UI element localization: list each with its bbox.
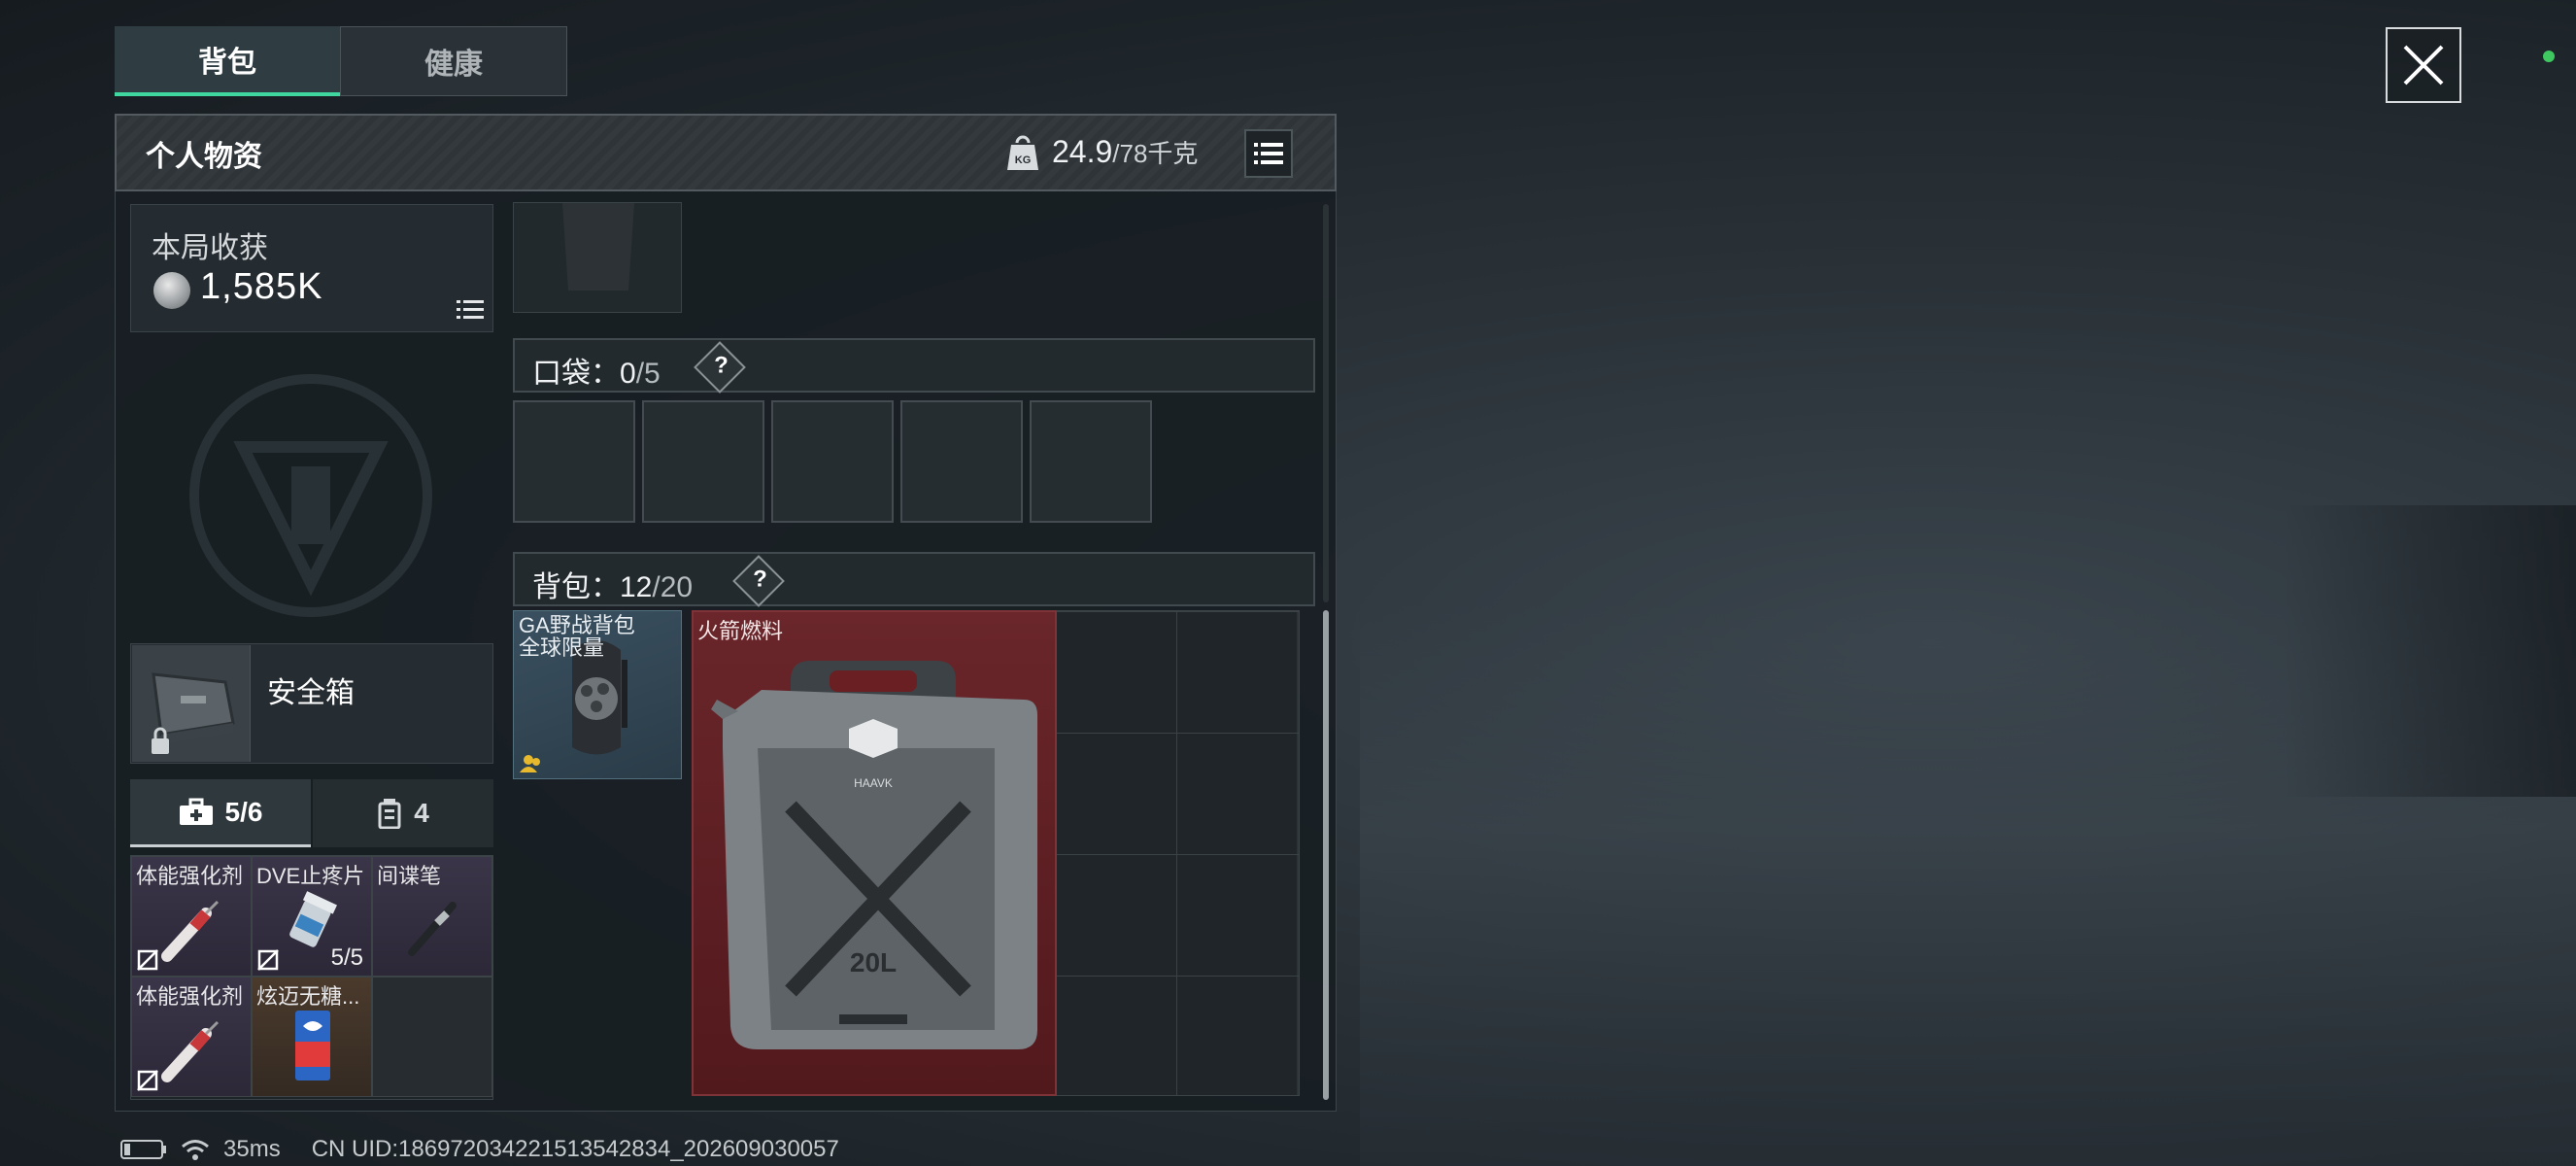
item-name-line1: GA野战背包 xyxy=(519,613,635,637)
vest-slot[interactable] xyxy=(513,202,682,313)
syringe-icon xyxy=(161,900,220,962)
pocket-slot[interactable] xyxy=(513,400,635,523)
no-insure-icon xyxy=(137,949,158,971)
weight-icon: KG xyxy=(1007,135,1038,170)
top-tab-bar: 背包 健康 xyxy=(115,26,567,96)
coin-icon xyxy=(153,272,190,309)
medical-count: 5/6 xyxy=(224,796,263,827)
item-count: 5/5 xyxy=(330,944,363,971)
backpack-count: 12 xyxy=(620,571,653,603)
item-name: 炫迈无糖... xyxy=(256,984,360,1009)
lock-icon xyxy=(152,738,169,754)
pocket-title: 口袋： xyxy=(532,358,620,390)
vest-icon xyxy=(562,203,634,291)
safe-box-label: 安全箱 xyxy=(267,677,355,709)
status-bar: 35ms CN UID:186972034221513542834_202609… xyxy=(120,1135,839,1164)
close-icon xyxy=(2403,45,2444,86)
empty-slot[interactable] xyxy=(372,977,492,1097)
panel-title: 个人物资 xyxy=(146,141,262,173)
pen-icon xyxy=(408,902,457,956)
quick-items-grid: 体能强化剂 DVE止疼片 5/5 间谍笔 体能强化剂 炫迈无糖... xyxy=(130,855,493,1100)
team-icon xyxy=(520,755,540,772)
online-status-dot xyxy=(2543,51,2555,62)
backpack-capacity: /20 xyxy=(652,571,694,603)
item-gum[interactable]: 炫迈无糖... xyxy=(252,977,372,1097)
item-name: GA野战背包 全球限量 xyxy=(519,614,635,659)
background-structure xyxy=(2283,505,2576,797)
weight-current: 24.9 xyxy=(1052,134,1113,169)
backpack-label: 背包：12/20 xyxy=(532,563,693,605)
item-name: 体能强化剂 xyxy=(136,984,244,1009)
medkit-icon xyxy=(179,798,213,825)
tab-ammo[interactable]: 4 xyxy=(313,779,493,847)
jerry-can-icon: 20L HAAVK xyxy=(711,661,1037,1049)
pocket-slot[interactable] xyxy=(642,400,764,523)
battery-icon xyxy=(120,1140,166,1159)
scroll-track xyxy=(1323,204,1329,602)
pocket-label: 口袋：0/5 xyxy=(532,349,661,392)
pocket-slot[interactable] xyxy=(771,400,894,523)
item-name-line2: 全球限量 xyxy=(519,635,605,660)
uid-text: CN UID:186972034221513542834_20260903005… xyxy=(311,1136,839,1162)
ammo-count: 4 xyxy=(414,798,429,828)
safe-box-case-icon xyxy=(152,672,235,754)
item-stamina-booster[interactable]: 体能强化剂 xyxy=(131,856,252,977)
can-volume-label: 20L xyxy=(850,947,897,977)
pocket-count: 0 xyxy=(620,358,636,390)
harvest-label: 本局收获 xyxy=(152,232,268,264)
no-insure-icon xyxy=(257,949,279,971)
backpack-title: 背包： xyxy=(532,571,620,603)
item-dve-painkiller[interactable]: DVE止疼片 5/5 xyxy=(252,856,372,977)
tab-medical[interactable]: 5/6 xyxy=(130,779,311,847)
harvest-value: 1,585K xyxy=(200,266,323,307)
no-insure-icon xyxy=(137,1070,158,1091)
item-name: 间谍笔 xyxy=(377,864,442,888)
item-name: 火箭燃料 xyxy=(697,619,784,643)
close-button[interactable] xyxy=(2386,27,2461,103)
pocket-capacity: /5 xyxy=(635,358,661,390)
wifi-icon xyxy=(182,1140,209,1160)
safe-box-image xyxy=(132,645,251,762)
item-name: DVE止疼片 xyxy=(256,864,365,888)
item-rocket-fuel[interactable]: 20L HAAVK xyxy=(692,610,1057,1096)
sort-list-button[interactable] xyxy=(1244,129,1293,178)
item-stamina-booster-2[interactable]: 体能强化剂 xyxy=(131,977,252,1097)
scrollbar[interactable] xyxy=(1323,610,1329,1100)
weight-max: /78千克 xyxy=(1112,139,1199,168)
syringe-icon xyxy=(161,1020,220,1082)
weight-readout: 24.9/78千克 xyxy=(1052,134,1198,170)
list-icon xyxy=(1254,143,1283,164)
details-list-icon[interactable] xyxy=(457,298,484,322)
gum-pack-icon xyxy=(295,1011,330,1080)
tab-health[interactable]: 健康 xyxy=(340,26,567,96)
pocket-slot[interactable] xyxy=(900,400,1023,523)
ping-text: 35ms xyxy=(223,1136,281,1162)
weight-icon-label: KG xyxy=(1015,154,1032,166)
can-brand-label: HAAVK xyxy=(854,776,893,790)
canister-icon xyxy=(378,799,401,829)
item-spy-pen[interactable]: 间谍笔 xyxy=(372,856,492,977)
pocket-slot[interactable] xyxy=(1030,400,1152,523)
faction-emblem-watermark xyxy=(189,374,432,617)
item-name: 体能强化剂 xyxy=(136,864,244,888)
tab-backpack[interactable]: 背包 xyxy=(115,26,340,96)
